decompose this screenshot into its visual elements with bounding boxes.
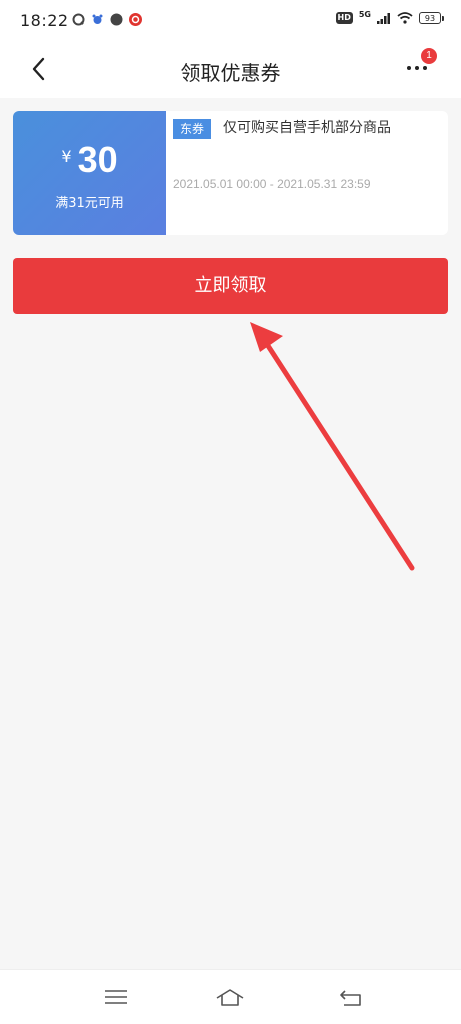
qq-icon [72,13,85,26]
coupon-condition: 满31元可用 [55,196,124,211]
baidu-icon [92,14,103,24]
app-red-icon [129,13,142,26]
status-time: 18:22 [20,11,69,30]
battery-indicator: 93 [419,12,444,24]
status-bar: 18:22 HD 5G 93 [0,0,461,40]
coupon-validity: 2021.05.01 00:00 - 2021.05.31 23:59 [173,177,371,191]
claim-button[interactable]: 立即领取 [13,258,448,314]
coupon-value-panel: ¥30 满31元可用 [13,111,166,235]
signal-icon [377,12,390,24]
coupon-amount: 30 [77,139,118,180]
screen: 18:22 HD 5G 93 领取优惠券 1 ¥ 30 满31元可用 东券 仅可… [0,0,461,1024]
coupon-tag: 东券 [173,119,212,139]
status-right: HD 5G 93 [335,9,444,24]
menu-icon[interactable] [102,986,132,1008]
arrow-head [250,322,283,352]
coupon-amount-row: ¥30 [13,139,166,181]
more-button[interactable]: 1 [405,48,437,82]
coupon-card[interactable]: ¥30 满31元可用 东券 仅可购买自营手机部分商品 2021.05.01 00… [13,111,448,235]
back-icon[interactable] [336,986,366,1008]
hd-badge: HD [335,12,353,24]
wifi-icon [397,12,413,24]
page-title: 领取优惠券 [180,61,281,85]
more-dots-icon [407,66,427,70]
arrow-shaft [260,335,415,571]
status-app-icons [72,13,142,26]
currency-symbol: ¥ [61,147,72,166]
coupon-description: 仅可购买自营手机部分商品 [223,120,391,136]
network-label: 5G [358,9,371,19]
coupon-info-panel: 东券 仅可购买自营手机部分商品 2021.05.01 00:00 - 2021.… [173,111,448,235]
home-icon[interactable] [215,986,245,1008]
notification-badge: 1 [421,48,437,64]
nav-bar: 领取优惠券 1 [0,40,461,98]
system-nav-bar [0,969,461,1024]
compass-icon [110,13,123,26]
